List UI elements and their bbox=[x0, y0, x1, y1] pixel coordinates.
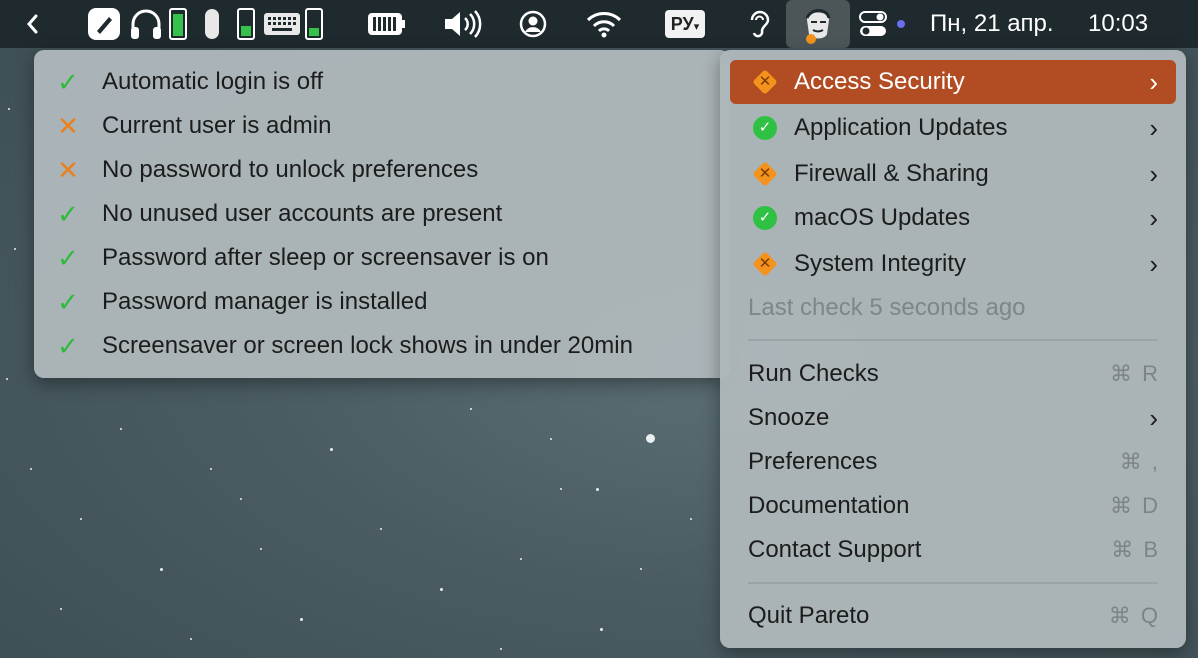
menu-item-snooze[interactable]: Snooze › bbox=[730, 396, 1176, 440]
check-item-automatic-login[interactable]: ✓ Automatic login is off bbox=[34, 60, 730, 104]
bluetooth-tag-icon[interactable] bbox=[86, 0, 122, 48]
menu-item-quit[interactable]: Quit Pareto ⌘ Q bbox=[730, 594, 1176, 638]
menu-item-label: Preferences bbox=[748, 448, 878, 475]
dot-indicator-icon bbox=[894, 0, 908, 48]
menu-item-label: Documentation bbox=[748, 492, 910, 519]
headphones-icon[interactable] bbox=[126, 0, 166, 48]
keyboard-icon[interactable] bbox=[262, 0, 302, 48]
menu-item-label: Access Security bbox=[794, 68, 965, 95]
checkmark-icon: ✓ bbox=[57, 199, 79, 229]
language-icon[interactable]: РУ▾ bbox=[660, 0, 710, 48]
menu-item-label: Application Updates bbox=[794, 114, 1008, 141]
menubar-time[interactable]: 10:03 bbox=[1088, 0, 1148, 48]
check-item-unused-accounts[interactable]: ✓ No unused user accounts are present bbox=[34, 192, 730, 236]
menubar-date[interactable]: Пн, 21 апр. bbox=[930, 0, 1054, 48]
battery-icon bbox=[234, 0, 258, 48]
menu-item-system-integrity[interactable]: ✕ System Integrity › bbox=[730, 242, 1176, 286]
warning-diamond-icon: ✕ bbox=[752, 161, 778, 187]
menu-item-label: Quit Pareto bbox=[748, 602, 870, 629]
language-indicator: РУ▾ bbox=[664, 10, 706, 38]
check-item-label: Automatic login is off bbox=[102, 68, 324, 95]
check-item-screensaver-lock[interactable]: ✓ Screensaver or screen lock shows in un… bbox=[34, 324, 730, 368]
ok-circle-icon: ✓ bbox=[752, 115, 778, 141]
cross-icon: ✕ bbox=[57, 111, 79, 141]
access-security-submenu: ✓ Automatic login is off ✕ Current user … bbox=[34, 50, 730, 378]
menu-item-application-updates[interactable]: ✓ Application Updates › bbox=[730, 106, 1176, 150]
battery-icon bbox=[166, 0, 190, 48]
menu-item-label: Snooze bbox=[748, 404, 830, 431]
wifi-icon[interactable] bbox=[584, 0, 624, 48]
menu-item-preferences[interactable]: Preferences ⌘ , bbox=[730, 440, 1176, 484]
chevron-right-icon: › bbox=[1149, 248, 1158, 279]
checkmark-icon: ✓ bbox=[57, 331, 79, 361]
menu-item-label: Firewall & Sharing bbox=[794, 160, 989, 187]
check-item-unlock-preferences[interactable]: ✕ No password to unlock preferences bbox=[34, 148, 730, 192]
keyboard-shortcut: ⌘ Q bbox=[1108, 603, 1160, 628]
keyboard-shortcut: ⌘ R bbox=[1110, 361, 1160, 386]
check-item-label: Password manager is installed bbox=[102, 288, 428, 315]
menu-item-access-security[interactable]: ✕ Access Security › bbox=[730, 60, 1176, 104]
keyboard-shortcut: ⌘ B bbox=[1111, 537, 1160, 562]
warning-diamond-icon: ✕ bbox=[752, 69, 778, 95]
ok-circle-icon: ✓ bbox=[752, 205, 778, 231]
check-item-label: Password after sleep or screensaver is o… bbox=[102, 244, 549, 271]
menu-item-macos-updates[interactable]: ✓ macOS Updates › bbox=[730, 196, 1176, 240]
battery-case-icon[interactable] bbox=[366, 0, 406, 48]
user-account-icon[interactable] bbox=[516, 0, 550, 48]
menu-item-label: System Integrity bbox=[794, 250, 967, 277]
check-item-password-manager[interactable]: ✓ Password manager is installed bbox=[34, 280, 730, 324]
checkmark-icon: ✓ bbox=[57, 67, 79, 97]
check-item-label: No password to unlock preferences bbox=[102, 156, 479, 183]
check-item-current-user-admin[interactable]: ✕ Current user is admin bbox=[34, 104, 730, 148]
menu-item-firewall-sharing[interactable]: ✕ Firewall & Sharing › bbox=[730, 152, 1176, 196]
menu-item-label: Contact Support bbox=[748, 536, 922, 563]
keyboard-shortcut: ⌘ , bbox=[1119, 449, 1160, 474]
last-check-status: Last check 5 seconds ago bbox=[748, 294, 1026, 321]
menu-divider bbox=[748, 582, 1158, 584]
pareto-app-icon[interactable] bbox=[786, 0, 850, 48]
control-center-icon[interactable] bbox=[856, 0, 890, 48]
menu-item-run-checks[interactable]: Run Checks ⌘ R bbox=[730, 352, 1176, 396]
menu-bar: РУ▾ Пн, 21 апр. 10:03 bbox=[0, 0, 1198, 48]
menu-item-label: Run Checks bbox=[748, 360, 879, 387]
chevron-right-icon: › bbox=[1149, 202, 1158, 233]
checkmark-icon: ✓ bbox=[57, 287, 79, 317]
chevron-right-icon: › bbox=[1149, 112, 1158, 143]
pareto-menu: ✕ Access Security › ✓ Application Update… bbox=[720, 50, 1186, 648]
mouse-icon[interactable] bbox=[200, 0, 224, 48]
chevron-right-icon: › bbox=[1149, 66, 1158, 97]
battery-icon bbox=[302, 0, 326, 48]
cross-icon: ✕ bbox=[57, 155, 79, 185]
keyboard-shortcut: ⌘ D bbox=[1110, 493, 1160, 518]
checkmark-icon: ✓ bbox=[57, 243, 79, 273]
warning-diamond-icon: ✕ bbox=[752, 251, 778, 277]
check-item-label: Current user is admin bbox=[102, 112, 332, 139]
ear-icon[interactable] bbox=[744, 0, 774, 48]
chevron-left-icon[interactable] bbox=[20, 0, 46, 48]
menu-item-documentation[interactable]: Documentation ⌘ D bbox=[730, 484, 1176, 528]
check-item-password-after-sleep[interactable]: ✓ Password after sleep or screensaver is… bbox=[34, 236, 730, 280]
menu-divider bbox=[748, 339, 1158, 341]
menu-item-label: macOS Updates bbox=[794, 204, 971, 231]
check-item-label: No unused user accounts are present bbox=[102, 200, 503, 227]
check-item-label: Screensaver or screen lock shows in unde… bbox=[102, 332, 633, 359]
menu-item-contact-support[interactable]: Contact Support ⌘ B bbox=[730, 528, 1176, 572]
chevron-right-icon: › bbox=[1149, 402, 1158, 433]
volume-icon[interactable] bbox=[440, 0, 484, 48]
chevron-right-icon: › bbox=[1149, 158, 1158, 189]
